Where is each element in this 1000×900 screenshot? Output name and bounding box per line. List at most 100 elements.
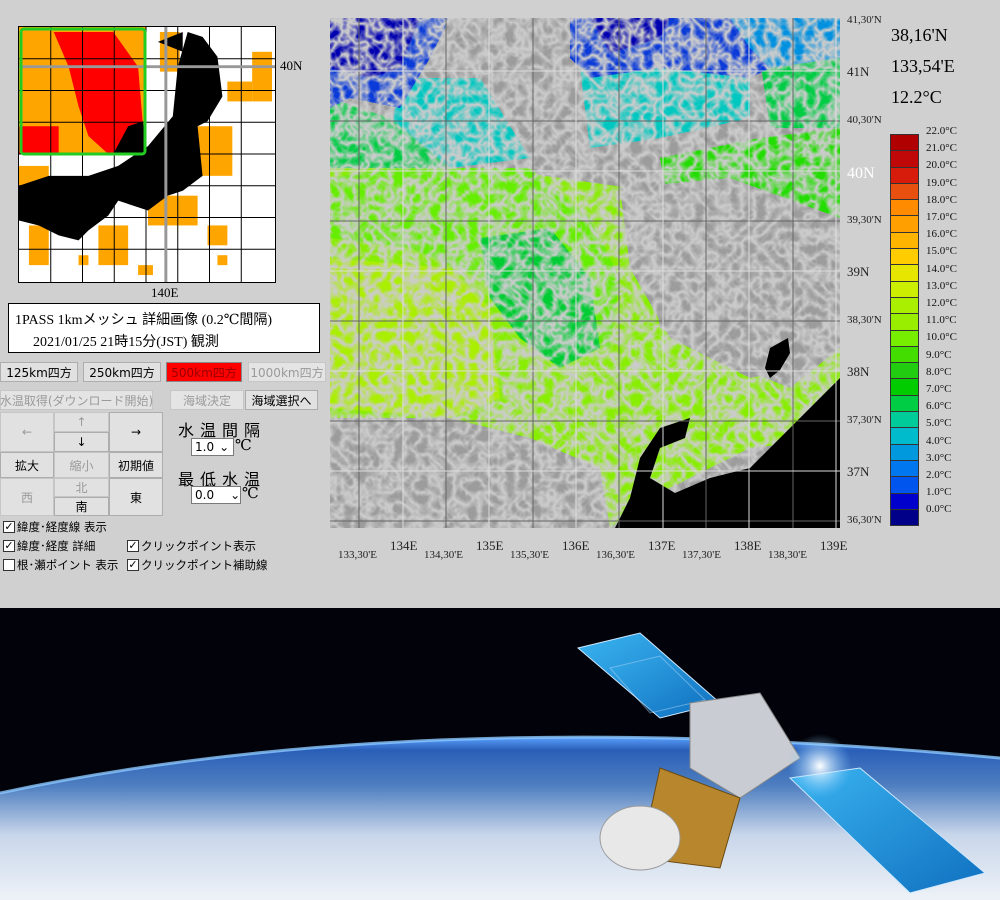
legend-label: 21.0°C <box>926 142 957 155</box>
legend-swatch <box>890 443 919 461</box>
west-button[interactable]: 西 <box>0 478 54 516</box>
east-button[interactable]: 東 <box>109 478 163 516</box>
legend-swatch <box>890 199 919 217</box>
latlon-detail-checkbox[interactable]: ✓ 緯度･経度 詳細 <box>3 538 95 554</box>
interval-select[interactable]: 1.0 ⌄ <box>191 438 234 456</box>
legend-swatch <box>890 394 919 413</box>
latlon-lines-checkbox[interactable]: ✓ 緯度･経度線 表示 <box>3 519 107 535</box>
download-button[interactable]: 水温取得(ダウンロード開始) <box>0 390 153 410</box>
checkbox-checked[interactable]: ✓ <box>127 540 139 552</box>
lon-label: 135E <box>476 538 504 553</box>
lat-label: 40,30'N <box>847 114 882 126</box>
legend-label: 19.0°C <box>926 176 957 189</box>
info-box: 1PASS 1kmメッシュ 詳細画像 (0.2℃間隔) 2021/01/25 2… <box>8 303 320 353</box>
lat-label: 39,30'N <box>847 214 882 226</box>
lon-label: 135,30'E <box>510 549 549 561</box>
lon-label: 137,30'E <box>682 549 721 561</box>
min-temp-select[interactable]: 0.0 ⌄ <box>191 486 241 504</box>
min-temp-value: 0.0 <box>195 488 215 502</box>
lat-label: 40N <box>847 165 875 182</box>
legend-label: 14.0°C <box>926 262 957 275</box>
checkbox-label: 緯度･経度 詳細 <box>17 539 96 553</box>
checkbox-checked[interactable]: ✓ <box>127 559 139 571</box>
legend-swatch <box>890 264 919 282</box>
select-area-button[interactable]: 海域選択へ <box>245 390 318 410</box>
legend-swatch <box>890 150 919 168</box>
legend-swatch <box>890 492 919 510</box>
pan-up-button[interactable]: ↑ <box>54 412 109 432</box>
pan-right-button[interactable]: → <box>109 412 163 452</box>
legend-label: 16.0°C <box>926 228 957 241</box>
legend-swatch <box>890 427 919 445</box>
click-guide-checkbox[interactable]: ✓ クリックポイント補助線 <box>127 557 268 573</box>
legend-swatch <box>890 459 919 478</box>
legend-swatch <box>890 296 919 315</box>
overview-map[interactable] <box>18 26 276 283</box>
legend-label: 10.0°C <box>926 331 957 344</box>
legend-swatch <box>890 329 919 347</box>
lon-label: 136,30'E <box>596 549 635 561</box>
legend-label: 11.0°C <box>926 314 957 327</box>
lat-label: 39N <box>847 264 870 279</box>
lat-label: 37N <box>847 464 870 479</box>
info-title: 1PASS 1kmメッシュ 詳細画像 (0.2℃間隔) <box>15 313 273 328</box>
lat-label: 38N <box>847 364 870 379</box>
legend-label: 18.0°C <box>926 193 957 206</box>
scale-1000km-button[interactable]: 1000km四方 <box>248 362 326 382</box>
reef-point-checkbox[interactable]: 根･瀬ポイント 表示 <box>3 557 118 573</box>
legend-label: 9.0°C <box>926 348 952 361</box>
checkbox-checked[interactable]: ✓ <box>3 521 15 533</box>
lon-label: 138,30'E <box>768 549 807 561</box>
scale-250km-button[interactable]: 250km四方 <box>83 362 161 382</box>
pan-left-button[interactable]: ← <box>0 412 54 452</box>
readout-lat: 38,16'N <box>891 25 948 45</box>
overview-lon-label: 140E <box>151 285 179 300</box>
checkbox-label: 根･瀬ポイント 表示 <box>17 558 119 572</box>
scale-500km-button[interactable]: 500km四方 <box>166 362 242 382</box>
readout-lon: 133,54'E <box>891 56 955 76</box>
checkbox-label: クリックポイント補助線 <box>141 558 268 572</box>
observation-time: 2021/01/25 21時15分(JST) 観測 <box>33 335 219 350</box>
legend-label: 4.0°C <box>926 434 952 447</box>
lat-label: 36,30'N <box>847 514 882 526</box>
zoom-out-button[interactable]: 縮小 <box>54 452 109 478</box>
readout-temp: 12.2°C <box>891 87 942 107</box>
south-button[interactable]: 南 <box>54 497 109 516</box>
north-button[interactable]: 北 <box>54 478 109 497</box>
decide-area-button[interactable]: 海域決定 <box>170 390 244 410</box>
reset-button[interactable]: 初期値 <box>109 452 163 478</box>
checkbox-checked[interactable]: ✓ <box>3 540 15 552</box>
min-temp-unit: ℃ <box>242 486 259 502</box>
pan-down-button[interactable]: ↓ <box>54 432 109 452</box>
lat-label: 37,30'N <box>847 414 882 426</box>
legend-swatch <box>890 362 919 380</box>
legend-swatch <box>890 182 919 201</box>
color-legend <box>890 134 919 527</box>
legend-swatch <box>890 476 919 494</box>
legend-swatch <box>890 411 919 429</box>
chevron-down-icon: ⌄ <box>219 440 230 454</box>
lat-label: 41,30'N <box>847 14 882 26</box>
legend-label: 13.0°C <box>926 279 957 292</box>
lon-label: 139E <box>820 538 848 553</box>
legend-swatch <box>890 280 919 298</box>
legend-swatch <box>890 166 919 184</box>
legend-swatch <box>890 345 919 364</box>
legend-label: 5.0°C <box>926 417 952 430</box>
legend-label: 22.0°C <box>926 125 957 137</box>
scale-125km-button[interactable]: 125km四方 <box>0 362 78 382</box>
legend-swatch <box>890 378 919 396</box>
legend-label: 2.0°C <box>926 469 952 481</box>
legend-label: 12.0°C <box>926 297 957 309</box>
lat-label: 38,30'N <box>847 314 882 326</box>
checkbox-unchecked[interactable] <box>3 559 15 571</box>
legend-swatch <box>890 248 919 266</box>
lon-label: 138E <box>734 538 762 553</box>
lat-label: 41N <box>847 64 870 79</box>
sea-temperature-map[interactable] <box>330 18 840 528</box>
zoom-in-button[interactable]: 拡大 <box>0 452 54 478</box>
click-point-checkbox[interactable]: ✓ クリックポイント表示 <box>127 538 256 554</box>
lon-label: 136E <box>562 538 590 553</box>
legend-label: 20.0°C <box>926 159 957 172</box>
legend-swatch <box>890 134 919 152</box>
